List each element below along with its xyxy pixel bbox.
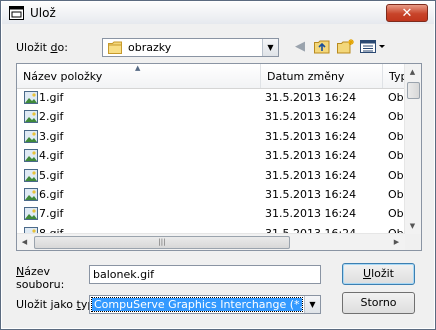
- folder-icon: [108, 41, 122, 54]
- file-date: 31.5.2013 16:24: [265, 187, 357, 201]
- save-button-hotkey: U: [363, 267, 372, 280]
- file-name: 6.gif: [39, 187, 64, 201]
- view-menu-icon[interactable]: [360, 38, 386, 57]
- location-label-suffix: o:: [57, 41, 68, 54]
- location-label: Uložit do:: [16, 41, 68, 54]
- app-icon: [9, 6, 24, 20]
- cancel-button[interactable]: Storno: [342, 292, 415, 314]
- scroll-down-icon[interactable]: ▼: [405, 218, 420, 234]
- image-file-icon: [24, 129, 38, 143]
- filename-label-hotkey: N: [16, 265, 25, 278]
- filetype-label: Uložit jako typ:: [16, 298, 98, 311]
- sort-up-icon: ▲: [135, 64, 141, 72]
- list-header: Název položky ▲ Datum změny Typ: [17, 64, 421, 89]
- image-file-icon: [24, 110, 38, 124]
- filename-label-rest: ázev: [24, 265, 51, 278]
- horizontal-scroll-thumb[interactable]: |||: [34, 236, 290, 249]
- file-name: 4.gif: [39, 149, 64, 163]
- close-button[interactable]: ✕: [386, 4, 428, 22]
- scroll-up-icon[interactable]: ▲: [405, 64, 420, 80]
- location-label-prefix: Uložit: [16, 41, 51, 54]
- back-icon[interactable]: ◀: [290, 38, 310, 57]
- image-file-icon: [24, 91, 38, 104]
- location-combo[interactable]: obrazky ▼: [102, 38, 279, 57]
- file-date: 31.5.2013 16:24: [265, 91, 357, 104]
- vertical-scroll-thumb[interactable]: [407, 82, 420, 99]
- scroll-right-icon[interactable]: ▶: [389, 234, 404, 250]
- file-date: 31.5.2013 16:24: [265, 168, 357, 182]
- filename-label: Název souboru:: [16, 265, 64, 291]
- image-file-icon: [24, 187, 38, 201]
- file-name: 1.gif: [39, 91, 64, 104]
- chevron-down-icon[interactable]: ▼: [304, 296, 320, 313]
- file-date: 31.5.2013 16:24: [265, 149, 357, 163]
- image-file-icon: [24, 207, 38, 221]
- filetype-select[interactable]: CompuServe Graphics Interchange (*.gif) …: [89, 295, 321, 314]
- file-row[interactable]: 2.gif 31.5.2013 16:24 Obr: [17, 107, 408, 126]
- file-row[interactable]: 1.gif 31.5.2013 16:24 Obr: [17, 88, 408, 107]
- column-header-date[interactable]: Datum změny: [261, 64, 383, 88]
- file-name: 3.gif: [39, 129, 64, 143]
- filename-label-line2: souboru:: [16, 278, 65, 291]
- location-value: obrazky: [128, 41, 172, 54]
- folder-up-icon[interactable]: [312, 38, 332, 57]
- file-rows: 1.gif 31.5.2013 16:24 Obr 2.gif 31.5.201…: [17, 88, 408, 243]
- file-name: 2.gif: [39, 110, 64, 124]
- vertical-scrollbar[interactable]: ▲ ▼: [404, 64, 421, 234]
- filename-input[interactable]: balonek.gif: [89, 265, 321, 284]
- image-file-icon: [24, 168, 38, 182]
- title-bar[interactable]: Ulož ✕: [2, 2, 434, 24]
- file-row[interactable]: 6.gif 31.5.2013 16:24 Obr: [17, 185, 408, 204]
- file-row[interactable]: 5.gif 31.5.2013 16:24 Obr: [17, 166, 408, 185]
- file-row[interactable]: 7.gif 31.5.2013 16:24 Obr: [17, 204, 408, 223]
- file-date: 31.5.2013 16:24: [265, 110, 357, 124]
- file-date: 31.5.2013 16:24: [265, 207, 357, 221]
- save-button-label: ložit: [371, 267, 394, 280]
- filetype-value: CompuServe Graphics Interchange (*.gif): [91, 297, 303, 312]
- file-row[interactable]: 3.gif 31.5.2013 16:24 Obr: [17, 127, 408, 146]
- chevron-down-icon[interactable]: ▼: [262, 39, 278, 56]
- file-date: 31.5.2013 16:24: [265, 129, 357, 143]
- save-button[interactable]: Uložit: [342, 263, 415, 285]
- file-row[interactable]: 4.gif 31.5.2013 16:24 Obr: [17, 146, 408, 165]
- file-list[interactable]: Název položky ▲ Datum změny Typ 1.gif 31…: [16, 63, 422, 251]
- new-folder-icon[interactable]: [336, 38, 356, 57]
- scrollbar-corner: [405, 234, 421, 250]
- horizontal-scrollbar[interactable]: ◀ ||| ▶: [17, 233, 405, 250]
- save-dialog: Ulož ✕ Uložit do: obrazky ▼ ◀ Název polo…: [0, 0, 436, 330]
- image-file-icon: [24, 149, 38, 163]
- file-name: 7.gif: [39, 207, 64, 221]
- window-title: Ulož: [30, 6, 56, 20]
- scroll-left-icon[interactable]: ◀: [17, 234, 32, 250]
- file-name: 5.gif: [39, 168, 64, 182]
- filetype-label-prefix: Uložit jako: [16, 298, 77, 311]
